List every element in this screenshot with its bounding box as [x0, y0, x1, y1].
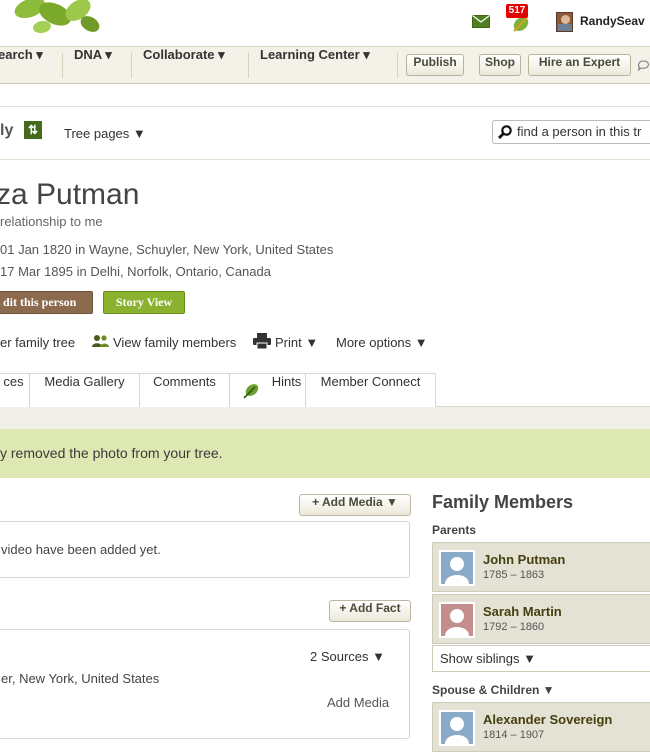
view-family-tree-link[interactable]: er family tree — [0, 335, 75, 350]
publish-button[interactable]: Publish — [406, 54, 464, 76]
tab-sources[interactable]: ces — [0, 373, 30, 407]
main-nav: earch ▾ DNA ▾ Collaborate ▾ Learning Cen… — [0, 46, 650, 84]
hint-leaf-icon — [243, 384, 259, 399]
relationship-link[interactable]: relationship to me — [0, 214, 103, 229]
media-panel: video have been added yet. — [0, 521, 410, 578]
birth-fact: 01 Jan 1820 in Wayne, Schuyler, New York… — [0, 242, 334, 257]
find-person-input[interactable]: find a person in this tr — [492, 120, 650, 144]
family-member-name[interactable]: Sarah Martin — [483, 604, 562, 619]
facts-panel: 2 Sources ▼ er, New York, United States … — [0, 629, 410, 739]
user-name-link[interactable]: RandySeav — [580, 14, 645, 28]
show-siblings-toggle[interactable]: Show siblings ▼ — [432, 645, 650, 672]
user-avatar[interactable] — [556, 12, 573, 32]
family-member-dates: 1814 – 1907 — [483, 729, 545, 741]
print-icon — [253, 333, 271, 349]
nav-dna[interactable]: DNA ▾ — [74, 47, 112, 83]
person-tabs: ces Media Gallery Comments Hints Member … — [0, 373, 650, 407]
hire-expert-button[interactable]: Hire an Expert — [528, 54, 631, 76]
nav-search[interactable]: earch ▾ — [0, 47, 43, 83]
fact-add-media-link[interactable]: Add Media — [327, 695, 389, 710]
search-icon — [498, 125, 512, 139]
nav-collaborate[interactable]: Collaborate ▾ — [143, 47, 225, 83]
logo-leaves-icon — [14, 0, 100, 34]
nav-divider — [397, 53, 398, 78]
person-name: za Putman — [0, 178, 140, 211]
shop-button[interactable]: Shop — [479, 54, 521, 76]
print-menu[interactable]: Print ▼ — [275, 335, 318, 350]
family-member-name[interactable]: John Putman — [483, 552, 565, 567]
switch-tree-icon[interactable]: ⇅ — [24, 121, 42, 139]
add-media-button[interactable]: + Add Media ▼ — [299, 494, 411, 516]
family-member-dates: 1792 – 1860 — [483, 621, 545, 633]
family-card-spouse[interactable]: Alexander Sovereign 1814 – 1907 — [432, 702, 650, 752]
family-member-name[interactable]: Alexander Sovereign — [483, 712, 612, 727]
tree-name-link[interactable]: ly — [0, 122, 13, 140]
no-media-text: video have been added yet. — [1, 542, 161, 557]
success-alert: y removed the photo from your tree. — [0, 429, 650, 478]
find-person-placeholder: find a person in this tr — [517, 124, 642, 139]
nav-learning-center[interactable]: Learning Center ▾ — [260, 47, 370, 83]
top-header: 517 RandySeav — [0, 0, 650, 46]
tab-comments[interactable]: Comments — [139, 373, 230, 407]
tab-member-connect[interactable]: Member Connect — [305, 373, 436, 407]
notification-count-badge[interactable]: 517 — [506, 4, 528, 18]
family-members-title: Family Members — [432, 492, 574, 512]
mail-icon[interactable] — [472, 15, 490, 28]
alert-text: y removed the photo from your tree. — [0, 445, 223, 461]
family-member-dates: 1785 – 1863 — [483, 569, 545, 581]
story-view-button[interactable]: Story View — [103, 291, 185, 314]
family-card-father[interactable]: John Putman 1785 – 1863 — [432, 542, 650, 592]
tree-pages-menu[interactable]: Tree pages ▼ — [64, 126, 146, 141]
male-silhouette-icon — [439, 550, 475, 586]
edit-person-button[interactable]: dit this person — [0, 291, 93, 314]
tree-bar: ly ⇅ Tree pages ▼ find a person in this … — [0, 106, 650, 160]
nav-divider — [62, 53, 63, 78]
tab-media-gallery[interactable]: Media Gallery — [29, 373, 140, 407]
add-fact-button[interactable]: + Add Fact — [329, 600, 411, 622]
family-card-mother[interactable]: Sarah Martin 1792 – 1860 — [432, 594, 650, 644]
sources-menu[interactable]: 2 Sources ▼ — [310, 649, 385, 664]
view-family-members-link[interactable]: View family members — [113, 335, 236, 350]
nav-divider — [248, 53, 249, 78]
chat-icon[interactable] — [637, 60, 650, 71]
nav-divider — [131, 53, 132, 78]
death-fact: 17 Mar 1895 in Delhi, Norfolk, Ontario, … — [0, 264, 271, 279]
spouse-children-menu[interactable]: Spouse & Children ▼ — [432, 683, 555, 697]
family-members-icon — [92, 335, 109, 347]
tab-hints[interactable]: Hints — [229, 373, 306, 407]
parents-label: Parents — [432, 523, 477, 537]
tab-content-strip — [0, 407, 650, 429]
female-silhouette-icon — [439, 602, 475, 638]
male-silhouette-icon — [439, 710, 475, 746]
more-options-menu[interactable]: More options ▼ — [336, 335, 428, 350]
fact-place: er, New York, United States — [1, 671, 160, 686]
